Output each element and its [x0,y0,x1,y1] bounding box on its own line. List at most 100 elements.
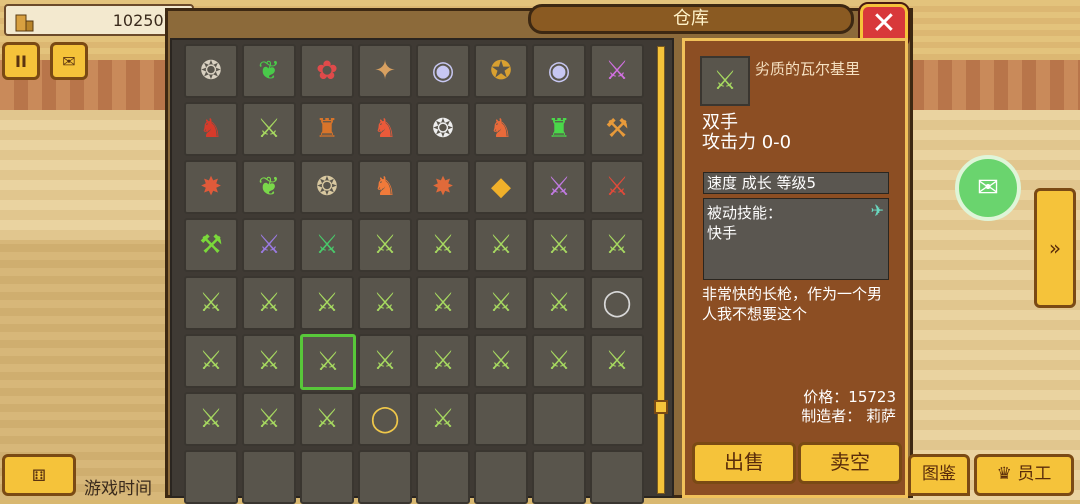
inventory-slot[interactable]: ✪ [474,44,528,98]
inventory-slot[interactable]: ⚔ [590,334,644,388]
item-icon: ⚔ [605,346,629,376]
sell-button[interactable]: 出售 [692,442,796,484]
inventory-slot[interactable]: ♞ [358,102,412,156]
item-icon: ⚔ [373,230,397,260]
inventory-slot[interactable]: ⚔ [242,392,296,446]
inventory-slot[interactable]: ♞ [184,102,238,156]
item-icon: ❂ [432,114,454,144]
item-icon: ♞ [489,114,513,144]
inventory-slot[interactable]: ❂ [184,44,238,98]
inventory-slot[interactable]: ⚒ [184,218,238,272]
inventory-slot[interactable]: ✸ [416,160,470,214]
inventory-slot[interactable]: ♜ [300,102,354,156]
inventory-slot[interactable]: ⚔ [184,392,238,446]
inventory-slot[interactable]: ⚔ [358,276,412,330]
inventory-slot[interactable]: ⚔ [242,102,296,156]
inventory-slot[interactable]: ♞ [474,102,528,156]
skill-box: 被动技能： 快手 ✈ [703,198,889,280]
inventory-slot[interactable]: ✿ [300,44,354,98]
inventory-slot[interactable]: ◉ [416,44,470,98]
staff-button[interactable]: ♛ 员工 [974,454,1074,496]
inventory-slot[interactable]: ⚔ [590,160,644,214]
inventory-slot[interactable] [416,450,470,504]
inventory-slot[interactable] [358,450,412,504]
inventory-slot[interactable]: ⚔ [242,276,296,330]
inventory-slot[interactable]: ⚔ [184,334,238,388]
inventory-slot[interactable]: ⚔ [590,44,644,98]
inventory-slot[interactable]: ⚔ [416,218,470,272]
pause-button[interactable]: II [2,42,40,80]
inventory-slot[interactable]: ⚔ [474,218,528,272]
item-icon: ⚔ [489,288,513,318]
inventory-slot[interactable]: ⚔ [416,392,470,446]
inventory-slot[interactable]: ⚔ [184,276,238,330]
inventory-slot[interactable]: ◯ [590,276,644,330]
inventory-slot[interactable]: ⚔ [416,334,470,388]
inventory-slot[interactable]: ⚔ [532,218,586,272]
inventory-slot[interactable]: ⚔ [300,218,354,272]
item-icon: ♜ [315,114,339,144]
item-icon: ⚔ [199,404,223,434]
inventory-slot[interactable]: ⚔ [300,334,356,390]
inventory-slot[interactable]: ⚔ [358,334,412,388]
inventory-slot[interactable]: ⚔ [416,276,470,330]
inventory-slot[interactable]: ✦ [358,44,412,98]
inventory-slot[interactable] [242,450,296,504]
spear-icon: ⚔ [713,66,737,96]
inventory-slot[interactable] [300,450,354,504]
inventory-slot[interactable]: ⚔ [532,160,586,214]
scrollbar-track[interactable] [657,46,665,494]
item-icon: ♜ [547,114,571,144]
inventory-slot[interactable]: ⚔ [300,276,354,330]
double-arrow-icon: » [1048,236,1062,260]
inventory-slot[interactable]: ⚔ [532,334,586,388]
inventory-slot[interactable]: ❂ [300,160,354,214]
item-icon: ⚔ [373,346,397,376]
wechat-button[interactable]: ✉ [955,155,1021,221]
item-icon: ⚔ [431,230,455,260]
skill-label: 被动技能： [707,204,783,222]
inventory-slot[interactable]: ⚔ [474,334,528,388]
inventory-slot[interactable] [474,392,528,446]
inventory-slot[interactable]: ♞ [358,160,412,214]
inventory-slot[interactable]: ⚔ [474,276,528,330]
inventory-slot[interactable]: ⚔ [532,276,586,330]
inventory-slot[interactable] [474,450,528,504]
inventory-slot[interactable]: ⚔ [358,218,412,272]
sell-all-button[interactable]: 卖空 [798,442,902,484]
inventory-slot[interactable]: ✸ [184,160,238,214]
inventory-slot[interactable]: ❂ [416,102,470,156]
inventory-slot[interactable]: ⚔ [242,334,296,388]
inventory-slot[interactable]: ❦ [242,44,296,98]
item-icon: ◉ [431,56,455,86]
catalog-button[interactable]: 图鉴 [908,454,970,496]
inventory-slot[interactable]: ⚔ [242,218,296,272]
inventory-slot[interactable]: ❦ [242,160,296,214]
item-icon: ⚔ [547,172,571,202]
inventory-slot[interactable]: ⚒ [590,102,644,156]
inventory-slot[interactable]: ⚔ [300,392,354,446]
tickets-button[interactable]: ✉ [50,42,88,80]
dice-button[interactable]: ⚅ [2,454,76,496]
staff-icon: ♛ [996,464,1012,484]
inventory-slot[interactable]: ♜ [532,102,586,156]
inventory-slot[interactable] [590,392,644,446]
inventory-slot[interactable] [590,450,644,504]
inventory-slot[interactable]: ⚔ [590,218,644,272]
item-icon: ✦ [374,56,396,86]
item-icon: ⚔ [315,404,339,434]
staff-label: 员工 [1017,464,1052,484]
inventory-slot[interactable] [532,392,586,446]
inventory-slot[interactable] [532,450,586,504]
item-icon: ⚔ [315,288,339,318]
inventory-slot[interactable]: ◆ [474,160,528,214]
inventory-slot[interactable]: ◉ [532,44,586,98]
expand-arrow-button[interactable]: » [1034,188,1076,308]
inventory-slot[interactable]: ◯ [358,392,412,446]
item-icon: ❂ [316,172,338,202]
item-icon: ⚔ [257,346,281,376]
scrollbar-thumb[interactable] [654,400,668,414]
item-icon: ♞ [373,172,397,202]
item-icon: ✿ [316,56,338,86]
inventory-slot[interactable] [184,450,238,504]
